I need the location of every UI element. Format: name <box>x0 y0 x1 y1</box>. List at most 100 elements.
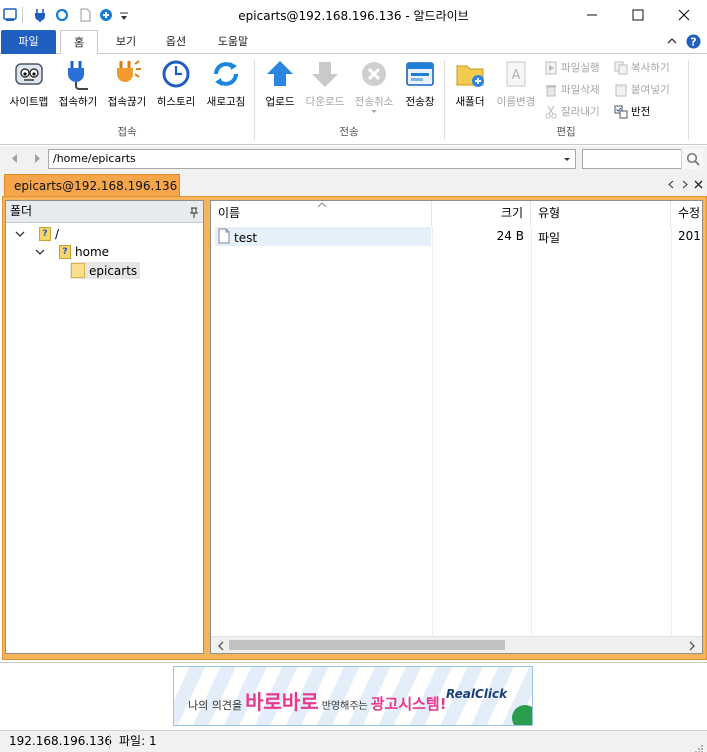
unknown-folder-icon: ? <box>59 245 71 259</box>
svg-text:A: A <box>512 68 521 83</box>
ad-banner[interactable]: 나의 의견을 바로바로 반영해주는 광고시스템! RealClick <box>173 666 533 726</box>
tree-node-home[interactable]: ? home <box>35 245 109 259</box>
sitemap-button[interactable]: 사이트맵 <box>5 58 53 109</box>
clock-icon <box>162 60 190 88</box>
column-header-name[interactable]: 이름 <box>211 201 432 226</box>
cancel-transfer-button[interactable]: 전송취소 <box>351 58 397 115</box>
status-host: 192.168.196.136 <box>9 734 113 748</box>
tree-node-root[interactable]: ? / <box>15 227 59 241</box>
path-text: /home/epicarts <box>53 152 136 165</box>
column-header-modified[interactable]: 수정 <box>671 201 702 226</box>
upload-button[interactable]: 업로드 <box>260 58 300 109</box>
ad-go-badge[interactable] <box>512 705 532 725</box>
unplug-icon <box>117 60 141 82</box>
minimize-button[interactable] <box>569 0 615 30</box>
folder-panel-header: 폴더 <box>6 201 203 223</box>
resize-grip-icon[interactable] <box>694 740 704 752</box>
connect-button[interactable]: 접속하기 <box>55 58 101 109</box>
help-icon[interactable]: ? <box>686 34 701 52</box>
file-icon <box>218 228 230 247</box>
group-separator <box>688 60 689 140</box>
scrollbar-thumb[interactable] <box>229 640 505 650</box>
transfer-window-icon <box>406 62 434 86</box>
cut-button[interactable]: 잘라내기 <box>544 104 600 119</box>
scroll-left-icon[interactable] <box>217 640 225 653</box>
collapse-ribbon-icon[interactable] <box>666 35 678 50</box>
status-divider <box>109 734 110 749</box>
pin-icon[interactable] <box>189 205 199 226</box>
history-button[interactable]: 히스토리 <box>153 58 199 109</box>
trash-icon <box>544 83 558 97</box>
ad-text-2: 바로바로 <box>245 690 319 714</box>
refresh-icon <box>214 62 238 86</box>
tab-home[interactable]: 홈 <box>60 30 98 55</box>
folder-panel: 폴더 ? / ? home epicarts <box>5 200 204 654</box>
dropdown-arrow-icon <box>371 110 377 113</box>
tab-options[interactable]: 옵션 <box>158 30 194 54</box>
copy-button[interactable]: 복사하기 <box>614 60 670 75</box>
path-input[interactable]: /home/epicarts <box>48 149 576 169</box>
forward-button[interactable] <box>32 153 42 167</box>
chevron-down-icon[interactable] <box>15 227 25 241</box>
transfer-window-button[interactable]: 전송창 <box>401 58 439 109</box>
horizontal-scrollbar[interactable] <box>211 636 702 653</box>
ribbon: 사이트맵 접속하기 접속끊기 히스토리 새로고침 접속 업로드 다운로드 전송취… <box>0 54 707 145</box>
download-arrow-icon <box>312 62 338 87</box>
file-modified-cell: 201 <box>678 229 701 243</box>
upload-arrow-icon <box>267 61 293 86</box>
cancel-circle-icon <box>362 62 386 86</box>
rename-button[interactable]: A 이름변경 <box>493 58 539 109</box>
new-folder-button[interactable]: 새폴더 <box>450 58 490 109</box>
file-list-panel: 이름 크기 유형 수정 test 24 B 파일 201 <box>210 200 703 654</box>
status-bar: 192.168.196.136 파일: 1 <box>0 730 707 752</box>
scroll-right-icon[interactable] <box>688 640 696 653</box>
connection-tab[interactable]: epicarts@192.168.196.136 <box>4 174 180 198</box>
search-input[interactable] <box>582 149 703 169</box>
chevron-down-icon[interactable] <box>35 245 45 259</box>
ad-text-1: 나의 의견을 <box>188 699 243 712</box>
column-header-type[interactable]: 유형 <box>531 201 671 226</box>
search-icon[interactable] <box>681 149 703 169</box>
invert-selection-button[interactable]: 반전 <box>614 104 650 119</box>
tab-file[interactable]: 파일 <box>1 30 56 54</box>
maximize-button[interactable] <box>615 0 661 30</box>
sitemap-icon <box>15 63 43 85</box>
group-label-transfer: 전송 <box>339 126 359 138</box>
copy-icon <box>614 61 628 75</box>
run-file-button[interactable]: 파일실행 <box>544 60 600 75</box>
plug-icon <box>68 61 88 90</box>
tab-view[interactable]: 보기 <box>108 30 144 54</box>
disconnect-button[interactable]: 접속끊기 <box>104 58 150 109</box>
file-name-cell[interactable]: test <box>218 228 257 247</box>
ad-text-3: 반영해주는 <box>321 701 368 712</box>
close-button[interactable] <box>661 0 707 30</box>
tab-help[interactable]: 도움말 <box>212 30 254 54</box>
ad-text-4: 광고시스템! <box>370 695 447 713</box>
file-size-cell: 24 B <box>496 229 524 243</box>
tab-scroll-right-icon[interactable] <box>681 178 688 192</box>
refresh-button[interactable]: 새로고침 <box>203 58 249 109</box>
address-bar: /home/epicarts <box>0 146 707 171</box>
tree-node-epicarts[interactable]: epicarts <box>70 262 141 279</box>
tab-scroll-left-icon[interactable] <box>668 178 675 192</box>
run-file-icon <box>544 61 558 75</box>
column-header-size[interactable]: 크기 <box>432 201 531 226</box>
file-type-cell: 파일 <box>538 231 561 245</box>
title-bar: epicarts@192.168.196.136 - 알드라이브 <box>0 0 707 30</box>
close-tab-icon[interactable] <box>694 178 703 192</box>
status-file-count: 파일: 1 <box>119 734 157 748</box>
folder-panel-title: 폴더 <box>10 204 33 218</box>
back-button[interactable] <box>10 153 20 167</box>
paste-button[interactable]: 붙여넣기 <box>614 82 670 97</box>
download-button[interactable]: 다운로드 <box>302 58 348 109</box>
tree-label-home: home <box>75 245 110 259</box>
paste-icon <box>614 83 628 97</box>
ad-area: 나의 의견을 바로바로 반영해주는 광고시스템! RealClick <box>0 662 707 730</box>
unknown-folder-icon: ? <box>39 227 51 241</box>
delete-file-button[interactable]: 파일삭제 <box>544 82 600 97</box>
rename-icon: A <box>506 61 526 87</box>
ribbon-tab-row: 파일 홈 보기 옵션 도움말 ? <box>0 30 707 55</box>
scissors-icon <box>544 105 558 119</box>
tree-label-epicarts: epicarts <box>89 263 138 278</box>
svg-text:?: ? <box>690 36 696 49</box>
